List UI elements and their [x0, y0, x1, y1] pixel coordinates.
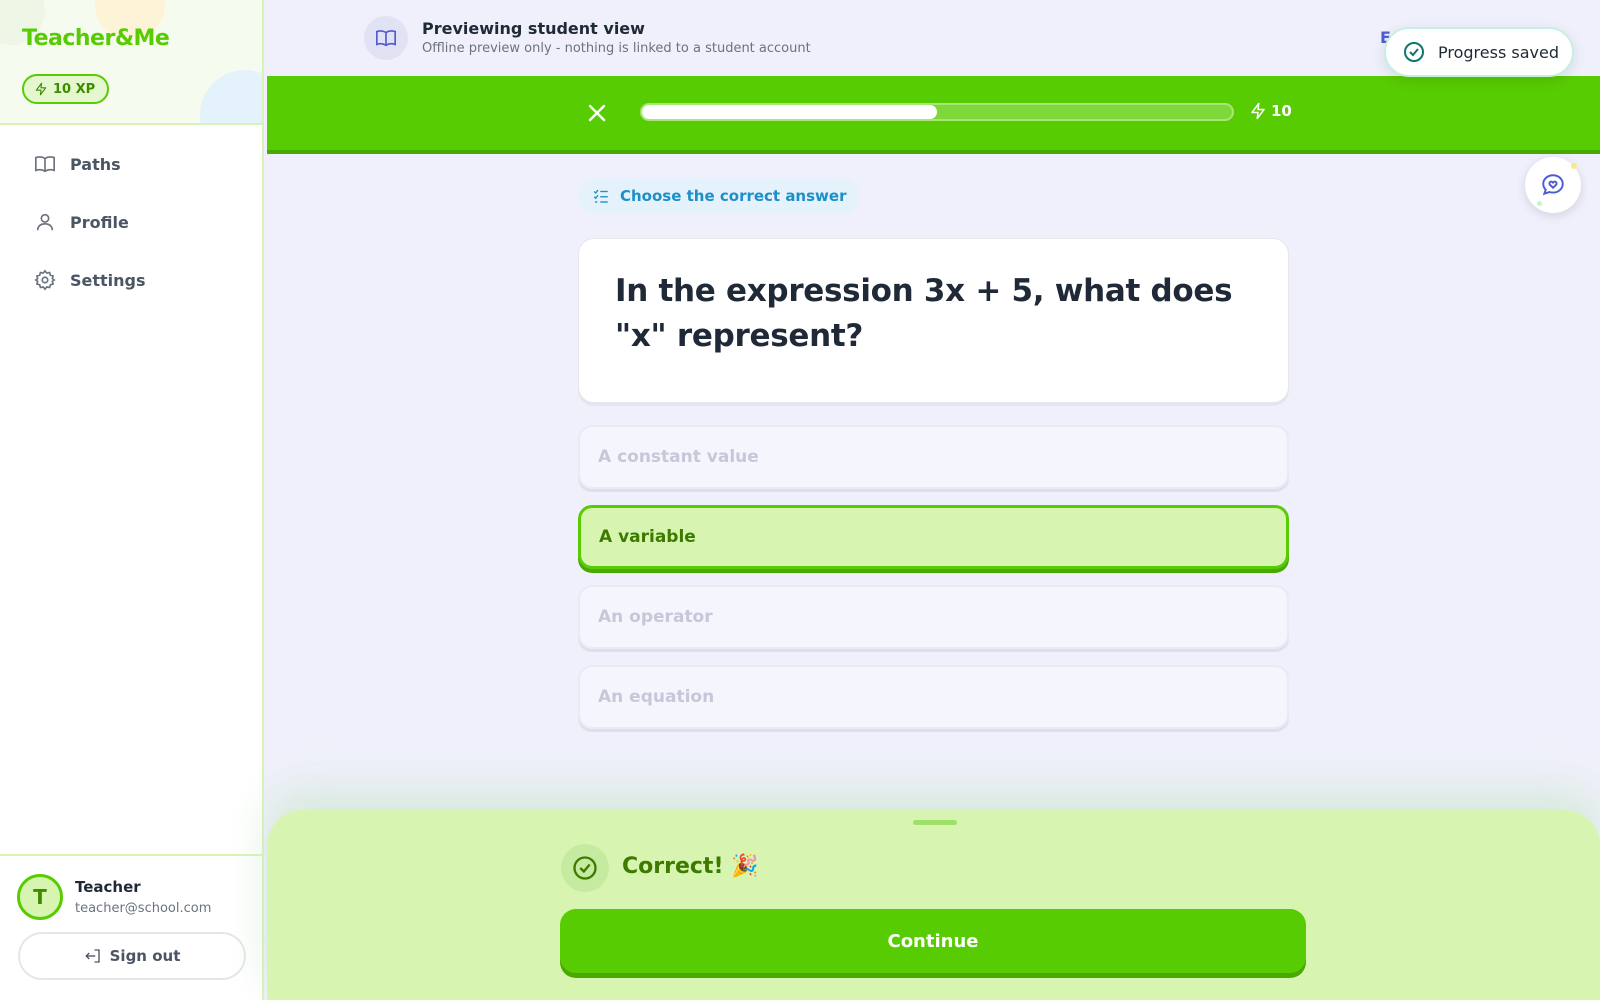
answer-option[interactable]: An operator: [578, 585, 1289, 649]
answer-option[interactable]: A constant value: [578, 425, 1289, 489]
close-lesson-button[interactable]: [585, 101, 609, 125]
lightning-icon: [1251, 102, 1265, 120]
sheet-handle[interactable]: [913, 820, 957, 825]
sidebar-item-label: Paths: [70, 154, 121, 174]
book-open-icon: [35, 156, 55, 173]
gear-icon: [34, 269, 56, 291]
answer-option-correct[interactable]: A variable: [578, 505, 1289, 569]
check-circle-icon: [1404, 42, 1424, 62]
xp-counter-value: 10: [1271, 102, 1292, 120]
sidebar-item-paths[interactable]: Paths: [18, 140, 244, 188]
chat-heart-icon: [1542, 174, 1564, 196]
book-open-icon: [376, 30, 396, 47]
question-type-label: Choose the correct answer: [578, 178, 861, 214]
close-icon: [588, 104, 606, 122]
question-card: In the expression 3x + 5, what does "x" …: [578, 238, 1289, 403]
user-name: Teacher: [75, 878, 141, 896]
feedback-icon-wrap: [561, 844, 609, 892]
xp-counter: 10: [1249, 102, 1292, 120]
preview-icon-wrap: [364, 16, 408, 60]
sign-out-label: Sign out: [109, 947, 181, 965]
sign-out-button[interactable]: Sign out: [18, 932, 246, 980]
chat-help-button[interactable]: [1525, 157, 1581, 213]
sidebar-item-label: Settings: [70, 270, 146, 290]
checklist-icon: [593, 189, 608, 203]
check-circle-icon: [573, 856, 597, 880]
preview-subtitle: Offline preview only - nothing is linked…: [422, 41, 811, 56]
decorative-dot: [1537, 201, 1542, 206]
progress-track: [640, 103, 1234, 121]
brand-logo[interactable]: Teacher&Me: [22, 26, 170, 51]
user-email: teacher@school.com: [75, 901, 212, 916]
sidebar-item-label: Profile: [70, 212, 129, 232]
answer-option[interactable]: An equation: [578, 665, 1289, 729]
toast-message: Progress saved: [1438, 42, 1559, 62]
user-icon: [36, 213, 54, 231]
question-type-text: Choose the correct answer: [620, 187, 847, 205]
sign-out-icon: [84, 949, 100, 963]
sidebar-item-profile[interactable]: Profile: [18, 198, 244, 246]
sidebar: Teacher&Me 10 XP Paths Profile Settings …: [0, 0, 264, 1000]
xp-badge: 10 XP: [22, 74, 110, 104]
decorative-blob: [200, 70, 262, 123]
feedback-sheet: Correct! 🎉 Continue: [267, 810, 1600, 1000]
feedback-message: Correct! 🎉: [622, 854, 759, 879]
progress-saved-toast: Progress saved: [1384, 27, 1574, 77]
lightning-icon: [35, 82, 47, 96]
decorative-dot: [1571, 163, 1577, 169]
sidebar-item-settings[interactable]: Settings: [18, 256, 244, 304]
preview-title: Previewing student view: [422, 19, 645, 38]
lesson-progress-bar: 10: [267, 76, 1600, 154]
answer-options: A constant value A variable An operator …: [578, 425, 1289, 745]
brand-area: Teacher&Me 10 XP: [0, 0, 262, 125]
xp-badge-label: 10 XP: [53, 81, 96, 97]
sidebar-nav: Paths Profile Settings: [18, 140, 244, 314]
avatar[interactable]: T: [17, 874, 63, 920]
question-text: In the expression 3x + 5, what does "x" …: [615, 273, 1233, 354]
user-area: T Teacher teacher@school.com Sign out: [0, 854, 262, 1000]
progress-fill: [642, 105, 937, 119]
continue-button[interactable]: Continue: [560, 909, 1306, 973]
